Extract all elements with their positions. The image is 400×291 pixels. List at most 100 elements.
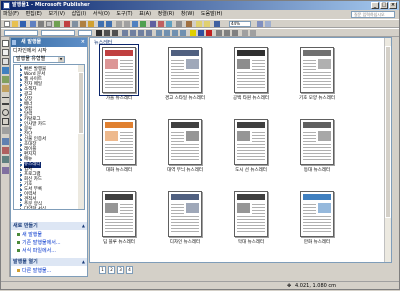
menu-tools[interactable]: 도구(T) xyxy=(116,10,132,19)
line-color-icon[interactable] xyxy=(198,30,204,36)
select-tool-icon[interactable] xyxy=(2,40,9,47)
whole-page-icon[interactable] xyxy=(265,21,271,27)
chevron-down-icon[interactable]: ▼ xyxy=(58,57,64,62)
section-open[interactable]: 발행물 열기 ▲ xyxy=(11,258,87,266)
zoom-out-icon[interactable] xyxy=(196,21,202,27)
help-search-input[interactable]: 질문 입력하십시오 xyxy=(351,11,395,18)
page-3-button[interactable]: 3 xyxy=(117,266,124,274)
link-other-publications[interactable]: 다른 발행물... xyxy=(17,268,51,274)
rectangle-tool-icon[interactable] xyxy=(2,118,9,125)
zoom-to-fit-icon[interactable] xyxy=(257,21,263,27)
font-select[interactable] xyxy=(41,30,75,36)
autoshapes-tool-icon[interactable] xyxy=(2,127,9,134)
close-button[interactable]: × xyxy=(389,2,397,9)
line-tool-icon[interactable] xyxy=(2,97,9,98)
spelling-icon[interactable] xyxy=(54,21,60,27)
justify-icon[interactable] xyxy=(146,30,152,36)
increase-indent-icon[interactable] xyxy=(180,30,186,36)
new-icon[interactable] xyxy=(4,21,10,27)
newsletter-thumbnail[interactable]: 딥 블루 뉴스레터 xyxy=(94,191,144,253)
italic-icon[interactable] xyxy=(104,30,110,36)
tree-item[interactable]: 다양한 서식 xyxy=(24,207,46,209)
newsletter-thumbnail[interactable]: 경고 스타일 뉴스레터 xyxy=(160,47,210,109)
font-size-select[interactable] xyxy=(78,30,92,36)
underline-icon[interactable] xyxy=(112,30,118,36)
link-from-existing[interactable]: 기존 발행물에서... xyxy=(17,240,61,246)
gallery-scrollbar[interactable] xyxy=(384,38,391,262)
task-pane-close-icon[interactable]: × xyxy=(81,38,85,47)
design-gallery-tool-icon[interactable] xyxy=(2,167,9,174)
page-2-button[interactable]: 2 xyxy=(108,266,115,274)
gallery-scrollbar-thumb[interactable] xyxy=(385,46,391,218)
page-4-button[interactable]: 4 xyxy=(126,266,133,274)
insert-picture-icon[interactable] xyxy=(158,21,164,27)
arrow-style-icon[interactable] xyxy=(232,30,238,36)
zoom-select[interactable]: 44% xyxy=(229,21,251,27)
cut-icon[interactable] xyxy=(64,21,70,27)
maximize-button[interactable]: □ xyxy=(380,2,388,9)
fill-color-icon[interactable] xyxy=(190,30,196,36)
bold-icon[interactable] xyxy=(96,30,102,36)
menu-table[interactable]: 표(A) xyxy=(139,10,151,19)
collapse-icon[interactable]: ▲ xyxy=(82,258,85,266)
format-painter-icon[interactable] xyxy=(88,21,94,27)
font-color-icon[interactable] xyxy=(206,30,212,36)
task-pane-back-icon[interactable] xyxy=(12,40,16,45)
tree-scrollbar-thumb[interactable] xyxy=(78,72,84,134)
paste-icon[interactable] xyxy=(80,21,86,27)
dash-style-icon[interactable] xyxy=(224,30,230,36)
menu-insert[interactable]: 삽입(I) xyxy=(72,10,87,19)
save-icon[interactable] xyxy=(20,21,26,27)
email-icon[interactable] xyxy=(30,21,36,27)
zoom-in-icon[interactable] xyxy=(204,21,210,27)
newsletter-thumbnail[interactable]: 공백 타원 뉴스레터 xyxy=(226,47,276,109)
print-preview-icon[interactable] xyxy=(46,21,52,27)
decrease-indent-icon[interactable] xyxy=(172,30,178,36)
newsletter-thumbnail[interactable]: 대화 뉴스레터 xyxy=(94,119,144,181)
oval-tool-icon[interactable] xyxy=(2,109,9,116)
newsletter-thumbnail[interactable]: 등대 뉴스레터 xyxy=(292,119,342,181)
minimize-button[interactable]: _ xyxy=(371,2,379,9)
collapse-icon[interactable]: ▲ xyxy=(82,222,85,230)
text-box-tool-icon[interactable] xyxy=(2,49,9,56)
newsletter-thumbnail[interactable]: 기호 모양 뉴스레터 xyxy=(292,47,342,109)
shadow-icon[interactable] xyxy=(242,30,248,36)
bullets-icon[interactable] xyxy=(164,30,170,36)
menu-file[interactable]: 파일(F) xyxy=(3,10,19,19)
menu-edit[interactable]: 편집(E) xyxy=(26,10,42,19)
arrow-tool-icon[interactable] xyxy=(2,103,9,105)
table-tool-icon[interactable] xyxy=(2,58,9,65)
copy-icon[interactable] xyxy=(72,21,78,27)
menu-view[interactable]: 보기(V) xyxy=(48,10,65,19)
style-select[interactable] xyxy=(4,30,38,36)
design-gallery-icon[interactable] xyxy=(186,21,192,27)
line-style-icon[interactable] xyxy=(216,30,222,36)
newsletter-thumbnail[interactable]: 대역 무늬 뉴스레터 xyxy=(160,119,210,181)
newsletter-thumbnail[interactable]: 만화 뉴스레터 xyxy=(292,191,342,253)
menu-arrange[interactable]: 정렬(R) xyxy=(158,10,175,19)
insert-table-icon[interactable] xyxy=(150,21,156,27)
tree-scrollbar[interactable] xyxy=(78,65,84,209)
newsletter-thumbnail[interactable]: 디자인 뉴스레터 xyxy=(160,191,210,253)
help-icon[interactable] xyxy=(214,21,220,27)
insert-hyperlink-icon[interactable] xyxy=(140,21,146,27)
newsletter-thumbnail[interactable]: 막대 뉴스레터 xyxy=(226,191,276,253)
send-backward-icon[interactable] xyxy=(124,21,130,27)
align-center-icon[interactable] xyxy=(130,30,136,36)
bring-forward-icon[interactable] xyxy=(116,21,122,27)
3d-icon[interactable] xyxy=(250,30,256,36)
wordart-icon[interactable] xyxy=(166,21,172,27)
menu-format[interactable]: 서식(O) xyxy=(93,10,110,19)
clipart-tool-icon[interactable] xyxy=(2,85,9,92)
open-icon[interactable] xyxy=(12,21,18,27)
menu-window[interactable]: 창(W) xyxy=(181,10,194,19)
align-left-icon[interactable] xyxy=(122,30,128,36)
newsletter-thumbnail[interactable]: 가을 뉴스레터 xyxy=(94,44,144,109)
link-new-publication[interactable]: 새 발행물 xyxy=(17,232,42,238)
redo-icon[interactable] xyxy=(106,21,112,27)
hotspot-tool-icon[interactable] xyxy=(2,138,9,145)
section-new[interactable]: 새로 만들기 ▲ xyxy=(11,222,87,230)
print-icon[interactable] xyxy=(38,21,44,27)
menu-help[interactable]: 도움말(H) xyxy=(201,10,222,19)
page-1-button[interactable]: 1 xyxy=(99,266,106,274)
